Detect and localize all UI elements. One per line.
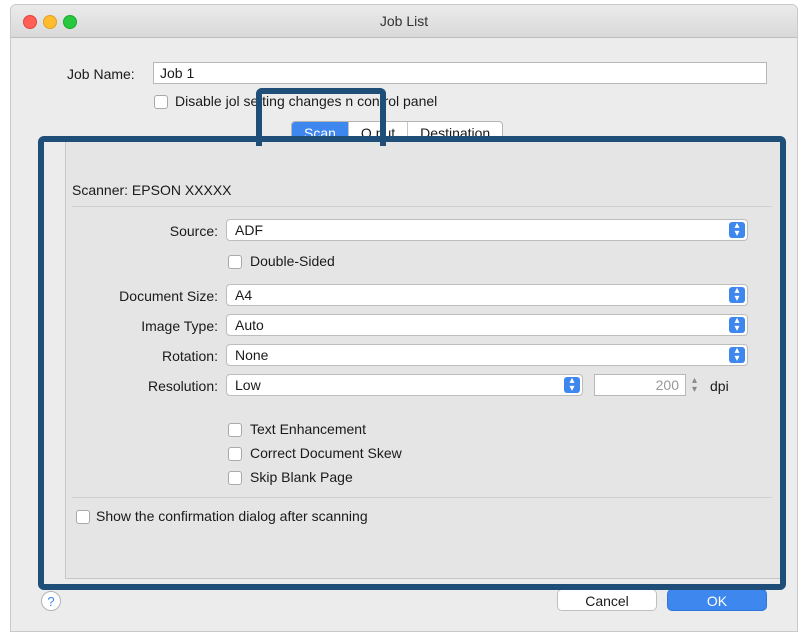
- ok-button[interactable]: OK: [667, 589, 767, 611]
- rotation-chevron-icon: ▴ ▾: [729, 346, 745, 364]
- cancel-button[interactable]: Cancel: [557, 589, 657, 611]
- document-size-chevron-icon: ▴ ▾: [729, 286, 745, 304]
- source-label: Source:: [169, 223, 218, 239]
- image-type-select[interactable]: Auto ▴ ▾: [226, 314, 748, 336]
- scanner-name: Scanner: EPSON XXXXX: [72, 182, 232, 198]
- rotation-select[interactable]: None ▴ ▾: [226, 344, 748, 366]
- scan-settings-panel: Scanner: EPSON XXXXX Source: ADF ▴ ▾ Doub…: [65, 141, 781, 579]
- job-list-window: Job List Job Name: Job 1 Disable jol set…: [10, 4, 798, 632]
- dpi-field[interactable]: 200: [594, 374, 686, 396]
- divider: [72, 206, 772, 207]
- skip-blank-page-checkbox[interactable]: [228, 471, 242, 485]
- skip-blank-page-label: Skip Blank Page: [250, 469, 353, 485]
- resolution-chevron-icon: ▴ ▾: [564, 376, 580, 394]
- divider: [72, 497, 772, 498]
- rotation-value: None: [235, 347, 269, 363]
- resolution-select[interactable]: Low ▴ ▾: [226, 374, 583, 396]
- document-size-value: A4: [235, 287, 253, 303]
- show-confirmation-label: Show the confirmation dialog after scann…: [96, 508, 368, 524]
- double-sided-label: Double-Sided: [250, 253, 335, 269]
- title-bar: Job List: [11, 5, 797, 38]
- source-select[interactable]: ADF ▴ ▾: [226, 219, 748, 241]
- window-title: Job List: [379, 13, 429, 29]
- job-name-label: Job Name:: [67, 66, 135, 82]
- rotation-label: Rotation:: [161, 348, 218, 364]
- dpi-unit-label: dpi: [710, 378, 729, 394]
- correct-document-skew-label: Correct Document Skew: [250, 445, 402, 461]
- text-enhancement-checkbox[interactable]: [228, 423, 242, 437]
- resolution-label: Resolution:: [147, 378, 218, 394]
- help-button[interactable]: ?: [41, 591, 61, 611]
- source-value: ADF: [235, 222, 263, 238]
- image-type-value: Auto: [235, 317, 264, 333]
- image-type-label: Image Type:: [141, 318, 218, 334]
- show-confirmation-checkbox[interactable]: [76, 510, 90, 524]
- job-name-field[interactable]: Job 1: [153, 62, 767, 84]
- document-size-label: Document Size:: [119, 288, 218, 304]
- double-sided-checkbox[interactable]: [228, 255, 242, 269]
- text-enhancement-label: Text Enhancement: [250, 421, 366, 437]
- disable-job-setting-label: Disable jol setting changes n control pa…: [175, 93, 438, 109]
- dpi-stepper-icon[interactable]: ▴ ▾: [692, 376, 697, 395]
- correct-document-skew-checkbox[interactable]: [228, 447, 242, 461]
- image-type-chevron-icon: ▴ ▾: [729, 316, 745, 334]
- document-size-select[interactable]: A4 ▴ ▾: [226, 284, 748, 306]
- resolution-value: Low: [235, 377, 261, 393]
- disable-job-setting-checkbox[interactable]: [154, 95, 168, 109]
- source-chevron-icon: ▴ ▾: [729, 221, 745, 239]
